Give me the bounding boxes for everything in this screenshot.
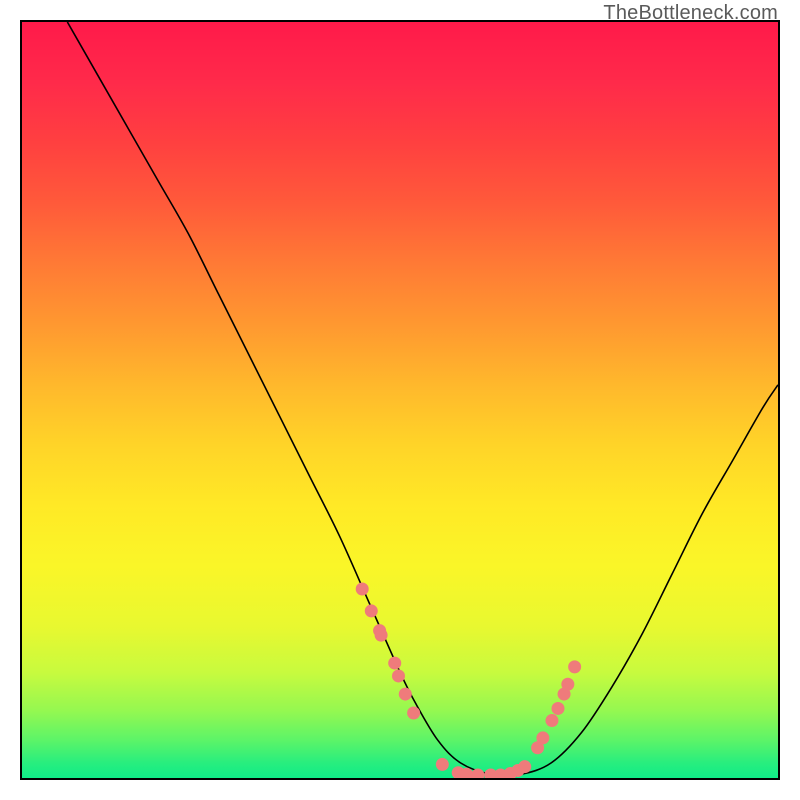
data-marker (568, 660, 581, 673)
curve-line (67, 22, 778, 776)
data-marker (407, 706, 420, 719)
data-marker (375, 629, 388, 642)
marker-cluster-bottom (436, 758, 531, 778)
data-marker (518, 760, 531, 773)
data-marker (436, 758, 449, 771)
marker-cluster-left (356, 583, 420, 720)
data-marker (356, 583, 369, 596)
curve-path (67, 22, 778, 776)
data-marker (365, 604, 378, 617)
plot-area (20, 20, 780, 780)
data-marker (392, 669, 405, 682)
data-marker (536, 731, 549, 744)
data-marker (399, 688, 412, 701)
data-marker (552, 702, 565, 715)
chart-svg (22, 22, 778, 778)
data-marker (388, 657, 401, 670)
chart-container: TheBottleneck.com (0, 0, 800, 800)
data-marker (561, 678, 574, 691)
data-marker (545, 714, 558, 727)
marker-cluster-right (531, 660, 581, 754)
